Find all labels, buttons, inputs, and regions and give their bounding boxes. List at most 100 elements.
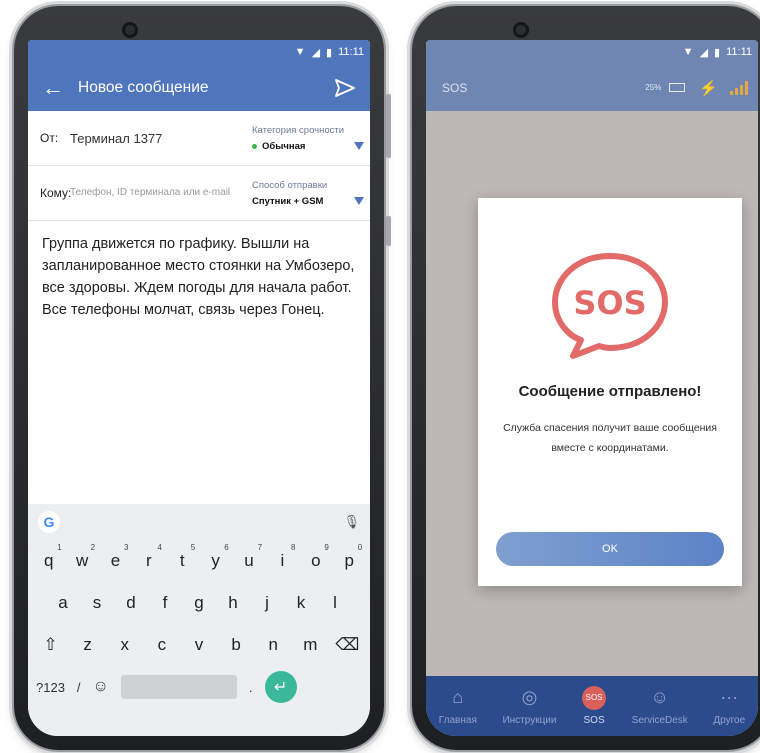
key-number-hint: 9 bbox=[324, 543, 329, 552]
battery-icon: ▮ bbox=[326, 46, 333, 59]
key-number-hint: 5 bbox=[190, 543, 196, 552]
key-h[interactable]: h bbox=[218, 593, 248, 613]
key-s[interactable]: s bbox=[82, 593, 112, 613]
google-icon[interactable]: G bbox=[38, 511, 60, 533]
from-row: От: Терминал 1377 Категория срочности Об… bbox=[28, 111, 370, 166]
key-k[interactable]: k bbox=[286, 593, 316, 613]
period-key[interactable]: . bbox=[249, 680, 253, 695]
slash-key[interactable]: / bbox=[77, 680, 81, 695]
key-y[interactable]: y6 bbox=[201, 543, 231, 571]
bottom-tab-bar: ⌂ Главная ◎ Инструкции SOS SOS ☺ Service… bbox=[426, 676, 758, 736]
ok-button[interactable]: OK bbox=[496, 532, 724, 566]
key-q[interactable]: q1 bbox=[34, 543, 64, 571]
enter-icon[interactable]: ↵ bbox=[264, 671, 297, 703]
app-header: ▼ ◢ ▮ 11:11 SOS 25% ⚡ bbox=[426, 40, 758, 111]
key-a[interactable]: a bbox=[48, 593, 78, 613]
tab-other[interactable]: ··· Другое bbox=[713, 687, 745, 726]
key-i[interactable]: i8 bbox=[267, 543, 297, 571]
key-number-hint: 2 bbox=[90, 543, 96, 552]
send-method-value: Спутник + GSM bbox=[252, 195, 324, 207]
keyboard-row-2: asdfghjkl bbox=[28, 582, 370, 624]
key-r[interactable]: r4 bbox=[134, 543, 164, 571]
key-number-hint: 3 bbox=[124, 543, 129, 552]
symbols-key[interactable]: ?123 bbox=[36, 680, 65, 695]
key-c[interactable]: c bbox=[147, 635, 177, 655]
status-bar: ▼ ◢ ▮ 11:11 bbox=[28, 40, 370, 64]
space-key[interactable] bbox=[120, 675, 237, 699]
page-title: Новое сообщение bbox=[78, 78, 209, 96]
key-m[interactable]: m bbox=[295, 635, 325, 655]
key-z[interactable]: z bbox=[73, 635, 103, 655]
back-arrow-icon[interactable]: ← bbox=[28, 75, 78, 101]
sent-dialog: SOS Сообщение отправлено! Служба спасени… bbox=[478, 198, 742, 586]
sos-icon-text: SOS bbox=[573, 284, 646, 322]
signal-icon: ◢ bbox=[699, 46, 709, 59]
to-label: Кому: bbox=[40, 186, 72, 200]
recipient-input[interactable]: Телефон, ID терминала или e-mail bbox=[70, 187, 242, 199]
tab-instructions[interactable]: ◎ Инструкции bbox=[502, 687, 556, 726]
key-l[interactable]: l bbox=[320, 593, 350, 613]
from-label: От: bbox=[40, 131, 59, 145]
key-u[interactable]: u7 bbox=[234, 543, 264, 571]
running-man-icon: ⚡ bbox=[699, 79, 718, 97]
dropdown-triangle-icon bbox=[354, 142, 364, 150]
key-number-hint: 7 bbox=[257, 543, 263, 552]
key-d[interactable]: d bbox=[116, 593, 146, 613]
message-textarea[interactable]: Группа движется по графику. Вышли на зап… bbox=[28, 221, 370, 513]
lifebuoy-icon: ◎ bbox=[521, 687, 538, 707]
power-button bbox=[386, 216, 391, 246]
shift-key-icon[interactable]: ⇧ bbox=[36, 635, 66, 655]
wifi-icon: ▼ bbox=[682, 46, 694, 58]
keyboard-row-1: q1w2e3r4t5y6u7i8o9p0 bbox=[28, 540, 370, 582]
wifi-icon: ▼ bbox=[294, 46, 306, 58]
key-w[interactable]: w2 bbox=[67, 543, 97, 571]
more-icon: ··· bbox=[720, 687, 739, 707]
microphone-icon[interactable]: 🎙 bbox=[343, 514, 360, 530]
app-header: ▼ ◢ ▮ 11:11 ← Новое сообщение bbox=[28, 40, 370, 111]
sos-bubble-icon: SOS bbox=[552, 253, 668, 359]
battery-icon: ▮ bbox=[714, 46, 721, 59]
tab-label: Инструкции bbox=[502, 714, 557, 726]
to-row: Кому: Телефон, ID терминала или e-mail С… bbox=[28, 166, 370, 221]
send-method-label: Способ отправки bbox=[252, 179, 328, 191]
tab-label: Другое bbox=[713, 714, 746, 726]
tab-sos[interactable]: SOS SOS bbox=[582, 685, 607, 726]
signal-icon: ◢ bbox=[311, 46, 321, 59]
dialog-text: Служба спасения получит ваше сообщения в… bbox=[503, 422, 717, 454]
keyboard-bottom-row: ?123 / ☺ . ↵ bbox=[28, 666, 370, 708]
key-number-hint: 8 bbox=[290, 543, 296, 552]
battery-percent: 25% bbox=[645, 83, 662, 92]
key-x[interactable]: x bbox=[110, 635, 140, 655]
send-icon[interactable] bbox=[320, 78, 370, 98]
key-o[interactable]: o9 bbox=[301, 543, 331, 571]
support-agent-icon: ☺ bbox=[650, 687, 669, 707]
key-v[interactable]: v bbox=[184, 635, 214, 655]
page-title: SOS bbox=[442, 80, 468, 95]
tab-label: Главная bbox=[438, 714, 477, 726]
volume-button bbox=[386, 94, 391, 158]
key-p[interactable]: p0 bbox=[334, 543, 364, 571]
key-t[interactable]: t5 bbox=[167, 543, 197, 571]
key-e[interactable]: e3 bbox=[100, 543, 130, 571]
key-number-hint: 0 bbox=[357, 543, 363, 552]
right-screen: ▼ ◢ ▮ 11:11 SOS 25% ⚡ SOS Сообщение отпр… bbox=[426, 40, 758, 736]
camera-icon bbox=[122, 22, 138, 38]
keyboard-row-3: ⇧ z x c v b n m ⌫ bbox=[28, 624, 370, 666]
key-n[interactable]: n bbox=[258, 635, 288, 655]
backspace-icon[interactable]: ⌫ bbox=[332, 635, 362, 655]
urgency-label: Категория срочности bbox=[252, 124, 345, 136]
key-j[interactable]: j bbox=[252, 593, 282, 613]
keyboard: G 🎙 q1w2e3r4t5y6u7i8o9p0 asdfghjkl ⇧ zxc… bbox=[28, 504, 370, 736]
urgency-select[interactable]: Категория срочности Обычная bbox=[242, 125, 370, 152]
tab-home[interactable]: ⌂ Главная bbox=[439, 687, 477, 726]
send-method-select[interactable]: Способ отправки Спутник + GSM bbox=[242, 180, 370, 207]
sos-icon: SOS bbox=[582, 685, 607, 710]
dialog-title: Сообщение отправлено! bbox=[518, 383, 702, 400]
urgency-value: Обычная bbox=[262, 140, 306, 152]
emoji-icon[interactable]: ☺ bbox=[93, 678, 109, 696]
tab-servicedesk[interactable]: ☺ ServiceDesk bbox=[632, 687, 688, 726]
key-f[interactable]: f bbox=[150, 593, 180, 613]
key-b[interactable]: b bbox=[221, 635, 251, 655]
key-g[interactable]: g bbox=[184, 593, 214, 613]
from-value[interactable]: Терминал 1377 bbox=[70, 131, 242, 146]
